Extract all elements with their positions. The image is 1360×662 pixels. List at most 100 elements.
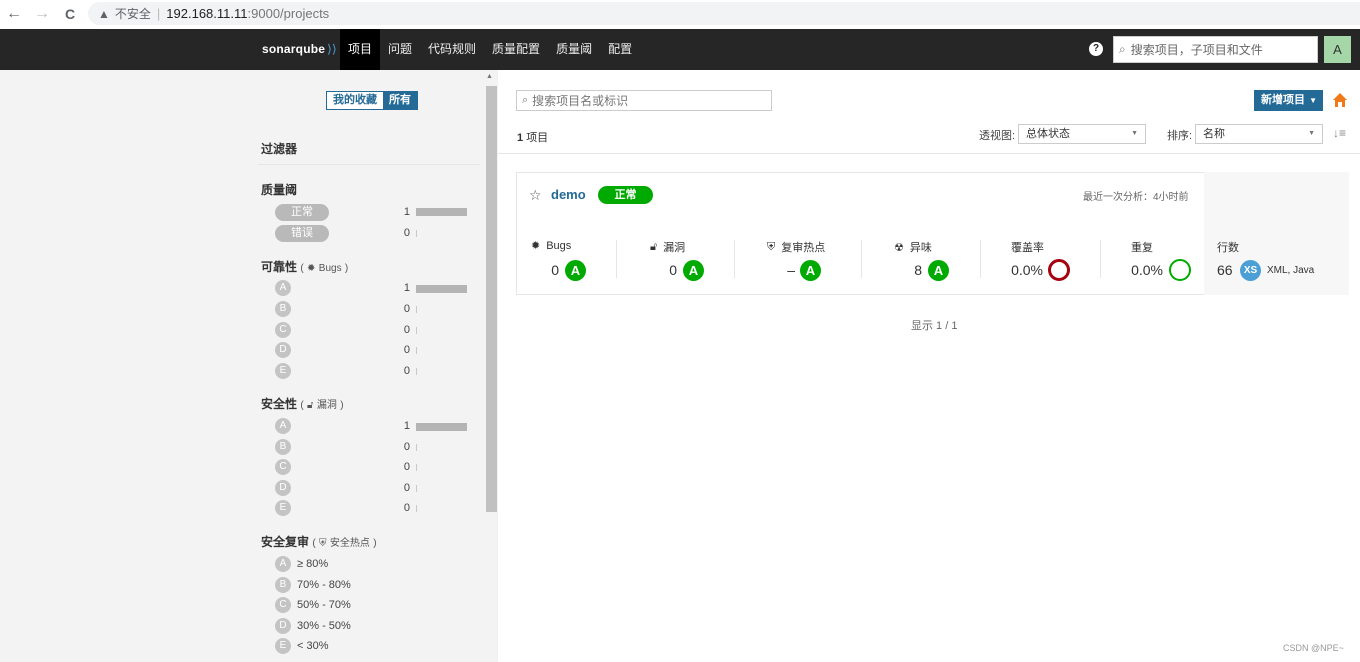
divider	[616, 240, 617, 278]
metric-duplications-label: 重复	[1131, 242, 1153, 254]
rating-d[interactable]: D	[275, 342, 291, 358]
forward-icon[interactable]: →	[28, 5, 56, 23]
perspective-label: 透视图:	[979, 130, 1016, 142]
facet-bar	[416, 505, 417, 512]
metric-lines-label: 行数	[1217, 242, 1239, 254]
bug-icon: ✹	[531, 240, 541, 252]
watermark: CSDN @NPE~	[1283, 643, 1344, 653]
rating-a[interactable]: A	[275, 418, 291, 434]
sort-order-icon[interactable]: ↓≡	[1333, 126, 1346, 140]
metric-vulnerabilities-label: 🔓︎ 漏洞	[650, 240, 686, 255]
rating-b[interactable]: B	[275, 301, 291, 317]
reload-icon[interactable]: C	[56, 6, 84, 22]
rating-a[interactable]: A	[275, 556, 291, 572]
nav-rules[interactable]: 代码规则	[420, 29, 484, 70]
rating-e[interactable]: E	[275, 363, 291, 379]
metric-coverage-value[interactable]: 0.0%	[1003, 262, 1043, 278]
search-icon: ⌕	[522, 94, 529, 106]
lock-icon: 🔓︎	[307, 400, 314, 411]
divider	[1100, 240, 1101, 278]
size-badge: XS	[1240, 260, 1261, 281]
rating-b[interactable]: B	[275, 439, 291, 455]
nav-issues[interactable]: 问题	[380, 29, 420, 70]
address-bar[interactable]: ▲ 不安全 | 192.168.11.11 :9000/projects	[88, 2, 1360, 25]
global-search-input[interactable]: ⌕ 搜索项目，子项目和文件	[1113, 36, 1318, 63]
reliability-facet-title: 可靠性 ( ✹ Bugs )	[261, 260, 349, 274]
facet-option-passed[interactable]: 正常	[275, 204, 329, 221]
toggle-all[interactable]: 所有	[383, 92, 417, 109]
star-icon[interactable]: ☆	[529, 187, 542, 204]
scroll-up-icon[interactable]: ▲	[486, 73, 493, 80]
metric-code-smells-label: ☢ 异味	[894, 241, 932, 255]
toggle-favorites[interactable]: 我的收藏	[327, 92, 383, 109]
facet-bar	[416, 327, 417, 334]
rating-range: < 30%	[297, 640, 329, 652]
divider	[980, 240, 981, 278]
divider	[861, 240, 862, 278]
perspective-select[interactable]: 总体状态 ▼	[1018, 124, 1146, 144]
rating-b[interactable]: B	[275, 577, 291, 593]
metric-coverage-label: 覆盖率	[1011, 242, 1044, 254]
facet-count: 0	[403, 461, 410, 473]
rating-e[interactable]: E	[275, 500, 291, 516]
rating-c[interactable]: C	[275, 459, 291, 475]
project-search-input[interactable]: ⌕ 搜索项目名或标识	[516, 90, 772, 111]
facet-count: 0	[403, 344, 410, 356]
metric-bugs-value[interactable]: 0	[540, 262, 559, 278]
coverage-ring-icon	[1048, 259, 1070, 281]
sonarqube-logo[interactable]: sonarqube ⟩⟩	[262, 42, 337, 56]
facet-count: 0	[403, 365, 410, 377]
sort-select[interactable]: 名称 ▼	[1195, 124, 1323, 144]
rating-badge[interactable]: A	[683, 260, 704, 281]
rating-badge[interactable]: A	[928, 260, 949, 281]
facet-bar	[416, 444, 417, 451]
home-icon[interactable]	[1332, 92, 1348, 108]
security-review-facet-title: 安全复审 ( ⛨ 安全热点 )	[261, 535, 377, 549]
rating-range: 50% - 70%	[297, 599, 351, 611]
new-project-button[interactable]: 新增项目 ▼	[1254, 90, 1323, 111]
facet-option-failed[interactable]: 错误	[275, 225, 329, 242]
nav-projects[interactable]: 项目	[340, 29, 381, 70]
nav-administration[interactable]: 配置	[600, 29, 640, 70]
languages: XML, Java	[1267, 265, 1315, 276]
facet-count: 0	[403, 502, 410, 514]
metric-duplications-value[interactable]: 0.0%	[1123, 262, 1163, 278]
quality-gate-facet-title: 质量阈	[261, 183, 298, 197]
nav-quality-gates[interactable]: 质量阈	[548, 29, 600, 70]
chevron-down-icon: ▼	[1308, 130, 1315, 137]
rating-d[interactable]: D	[275, 618, 291, 634]
metric-vulnerabilities-value[interactable]: 0	[658, 262, 677, 278]
rating-a[interactable]: A	[275, 280, 291, 296]
warning-icon: ▲	[98, 6, 110, 21]
security-facet-title: 安全性 ( 🔓︎ 漏洞 )	[261, 397, 344, 411]
rating-badge[interactable]: A	[565, 260, 586, 281]
metric-hotspots-value[interactable]: –	[776, 262, 795, 278]
chevron-down-icon: ▼	[1131, 130, 1138, 137]
filters-sidebar	[0, 70, 498, 662]
rating-c[interactable]: C	[275, 597, 291, 613]
facet-bar	[416, 285, 467, 293]
rating-badge[interactable]: A	[800, 260, 821, 281]
facet-bar	[416, 368, 417, 375]
metric-code-smells-value[interactable]: 8	[903, 262, 922, 278]
back-icon[interactable]: ←	[0, 5, 28, 23]
facet-count: 0	[403, 227, 410, 239]
facet-bar	[416, 485, 417, 492]
metric-lines-value[interactable]: 66	[1217, 262, 1235, 278]
project-name-link[interactable]: demo	[551, 187, 586, 202]
last-analysis: 最近一次分析：4小时前	[1083, 192, 1189, 203]
shield-icon: ⛨	[767, 240, 776, 253]
scrollbar-thumb[interactable]	[486, 86, 497, 512]
rating-c[interactable]: C	[275, 322, 291, 338]
facet-count: 0	[403, 303, 410, 315]
global-search-placeholder: 搜索项目，子项目和文件	[1130, 43, 1263, 57]
rating-d[interactable]: D	[275, 480, 291, 496]
sort-label: 排序:	[1167, 130, 1193, 142]
metric-hotspots-label: ⛨ 复审热点	[767, 240, 826, 255]
help-icon[interactable]: ?	[1089, 42, 1103, 56]
lock-icon: 🔓︎	[650, 240, 658, 253]
rating-e[interactable]: E	[275, 638, 291, 654]
avatar[interactable]: A	[1324, 36, 1351, 63]
nav-quality-profiles[interactable]: 质量配置	[484, 29, 548, 70]
url-host: 192.168.11.11	[166, 6, 248, 21]
